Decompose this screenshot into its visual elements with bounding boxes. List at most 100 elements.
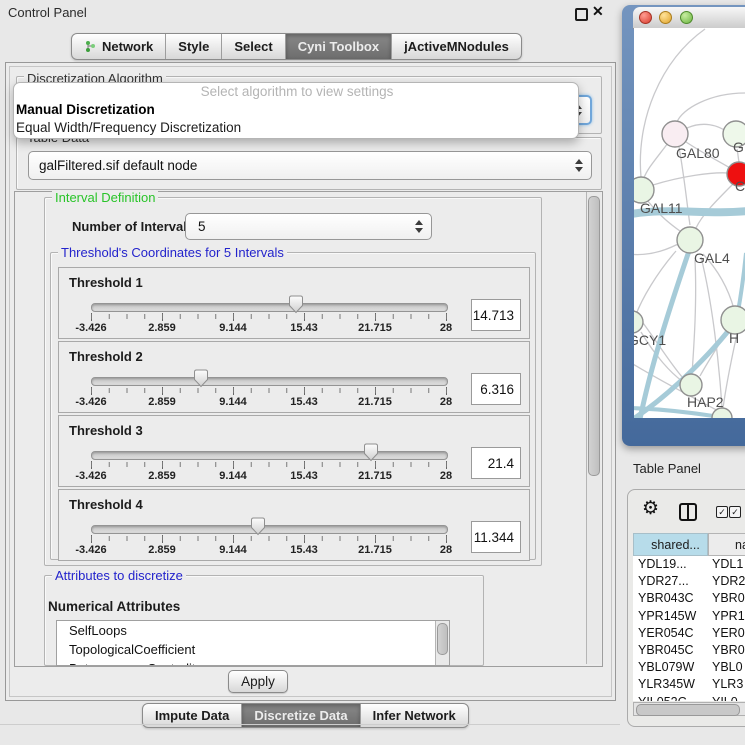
tab-cyni-toolbox-label: Cyni Toolbox <box>298 39 379 54</box>
tab-cyni-toolbox[interactable]: Cyni Toolbox <box>285 34 391 59</box>
number-of-intervals-combobox[interactable]: 5 <box>185 213 432 240</box>
settings-vscrollbar[interactable] <box>586 192 601 664</box>
cell: YDL19... <box>633 556 708 573</box>
slider-track[interactable] <box>91 525 448 534</box>
node-label-g: G <box>733 139 744 155</box>
table-row[interactable]: YBR043CYBR0 <box>633 590 745 607</box>
table-data-combobox[interactable]: galFiltered.sif default node <box>28 151 592 180</box>
table-row[interactable]: YLR345WYLR3 <box>633 676 745 693</box>
threshold-3-panel: Threshold 3 -3.426 2.859 9.144 15.43 21.… <box>58 415 530 487</box>
threshold-3-slider[interactable]: -3.426 2.859 9.144 15.43 21.715 28 <box>91 437 446 485</box>
column-header-name[interactable]: na <box>708 533 745 556</box>
threshold-1-value-field[interactable]: 14.713 <box>471 299 521 331</box>
checkbox-icon[interactable]: ✓ <box>729 506 741 518</box>
zoom-traffic-light[interactable] <box>680 11 693 24</box>
node-hap2[interactable] <box>680 374 702 396</box>
combo-arrows-icon <box>414 220 423 233</box>
network-view-window: GAL80 G C GAL11 GAL4 GCY1 H HAP2 <box>622 5 745 446</box>
table-rows: YDL19...YDL1 YDR27...YDR2 YBR043CYBR0 YP… <box>633 556 745 701</box>
tab-discretize-data-label: Discretize Data <box>254 708 347 723</box>
minimize-traffic-light[interactable] <box>659 11 672 24</box>
cell: YLR345W <box>633 676 708 693</box>
network-window-titlebar <box>633 7 745 29</box>
cell: YER054C <box>633 625 708 642</box>
table-row[interactable]: YBR045CYBR0 <box>633 642 745 659</box>
table-hscrollbar[interactable] <box>633 702 745 716</box>
tick-label: 21.715 <box>358 322 392 334</box>
table-hscrollbar-thumb[interactable] <box>636 704 740 716</box>
slider-track[interactable] <box>91 303 448 312</box>
tick-label: -3.426 <box>75 322 106 334</box>
settings-vscrollbar-thumb[interactable] <box>588 196 600 476</box>
cell: YPR1 <box>708 608 745 625</box>
node-gcy1[interactable] <box>634 311 643 333</box>
tick-label: 21.715 <box>358 396 392 408</box>
tab-style[interactable]: Style <box>165 34 221 59</box>
split-view-icon[interactable] <box>679 503 697 521</box>
threshold-4-label: Threshold 4 <box>69 497 143 512</box>
tick-label: 2.859 <box>148 544 176 556</box>
slider-minor-ticks <box>91 388 447 393</box>
threshold-1-slider[interactable]: -3.426 2.859 9.144 15.43 21.715 28 <box>91 289 446 337</box>
threshold-1-panel: Threshold 1 -3.426 2.859 9.144 15.43 21.… <box>58 267 530 339</box>
table-row[interactable]: YBL079WYBL0 <box>633 659 745 676</box>
cell: YIL0 <box>708 694 738 702</box>
table-row[interactable]: YDL19...YDL1 <box>633 556 745 573</box>
cell: YBR043C <box>633 590 708 607</box>
checkbox-icon[interactable]: ✓ <box>716 506 728 518</box>
slider-track[interactable] <box>91 451 448 460</box>
slider-minor-ticks <box>91 314 447 319</box>
slider-thumb[interactable] <box>250 517 266 536</box>
close-traffic-light[interactable] <box>639 11 652 24</box>
attribute-item[interactable]: SelfLoops <box>57 621 449 640</box>
network-canvas[interactable]: GAL80 G C GAL11 GAL4 GCY1 H HAP2 <box>634 28 745 418</box>
tab-infer-network-label: Infer Network <box>373 708 456 723</box>
cell: YBL0 <box>708 659 743 676</box>
threshold-2-slider[interactable]: -3.426 2.859 9.144 15.43 21.715 28 <box>91 363 446 411</box>
tab-network[interactable]: Network <box>72 34 165 59</box>
bottom-divider <box>0 724 620 725</box>
tick-label: 2.859 <box>148 322 176 334</box>
control-panel-tabs: Network Style Select Cyni Toolbox jActiv… <box>71 33 522 60</box>
threshold-4-slider[interactable]: -3.426 2.859 9.144 15.43 21.715 28 <box>91 511 446 559</box>
node-label-gal80: GAL80 <box>676 145 720 161</box>
tick-label: 28 <box>440 396 452 408</box>
table-row[interactable]: YPR145WYPR1 <box>633 608 745 625</box>
table-row[interactable]: YIL052CYIL0 <box>633 694 745 702</box>
cell: YBL079W <box>633 659 708 676</box>
threshold-1-label: Threshold 1 <box>69 275 143 290</box>
apply-button[interactable]: Apply <box>228 670 288 693</box>
gear-icon[interactable]: ⚙ <box>642 499 659 518</box>
tab-select-label: Select <box>234 39 272 54</box>
table-row[interactable]: YDR27...YDR2 <box>633 573 745 590</box>
table-row[interactable]: YER054CYER0 <box>633 625 745 642</box>
slider-track[interactable] <box>91 377 448 386</box>
node-gal80[interactable] <box>662 121 688 147</box>
threshold-3-value-field[interactable]: 21.4 <box>471 447 521 479</box>
table-data-combobox-value: galFiltered.sif default node <box>29 158 574 173</box>
slider-thumb[interactable] <box>363 443 379 462</box>
tab-select[interactable]: Select <box>221 34 284 59</box>
tab-impute-data-label: Impute Data <box>155 708 229 723</box>
attributes-list-scrollbar[interactable] <box>435 621 449 665</box>
threshold-4-value-field[interactable]: 11.344 <box>471 521 521 553</box>
tab-network-label: Network <box>102 39 153 54</box>
node-label-gcy1: GCY1 <box>634 332 666 348</box>
attribute-item[interactable]: BetweennessCentrality <box>57 659 449 666</box>
node-label-hap2: HAP2 <box>687 394 724 410</box>
slider-minor-ticks <box>91 536 447 541</box>
algorithm-option-equal-width[interactable]: Equal Width/Frequency Discretization <box>14 119 578 137</box>
tick-label: 2.859 <box>148 470 176 482</box>
column-header-shared-name[interactable]: shared... <box>633 533 708 556</box>
tab-jactivemnodules[interactable]: jActiveMNodules <box>391 34 521 59</box>
slider-thumb[interactable] <box>193 369 209 388</box>
number-of-intervals-value: 5 <box>186 219 414 234</box>
slider-minor-ticks <box>91 462 447 467</box>
attribute-item[interactable]: TopologicalCoefficient <box>57 640 449 659</box>
slider-thumb[interactable] <box>288 295 304 314</box>
float-window-icon[interactable] <box>575 8 588 21</box>
attributes-list-scrollbar-thumb[interactable] <box>437 623 448 655</box>
algorithm-option-manual[interactable]: Manual Discretization <box>14 101 578 119</box>
close-icon[interactable]: ✕ <box>592 3 604 20</box>
threshold-2-value-field[interactable]: 6.316 <box>471 373 521 405</box>
